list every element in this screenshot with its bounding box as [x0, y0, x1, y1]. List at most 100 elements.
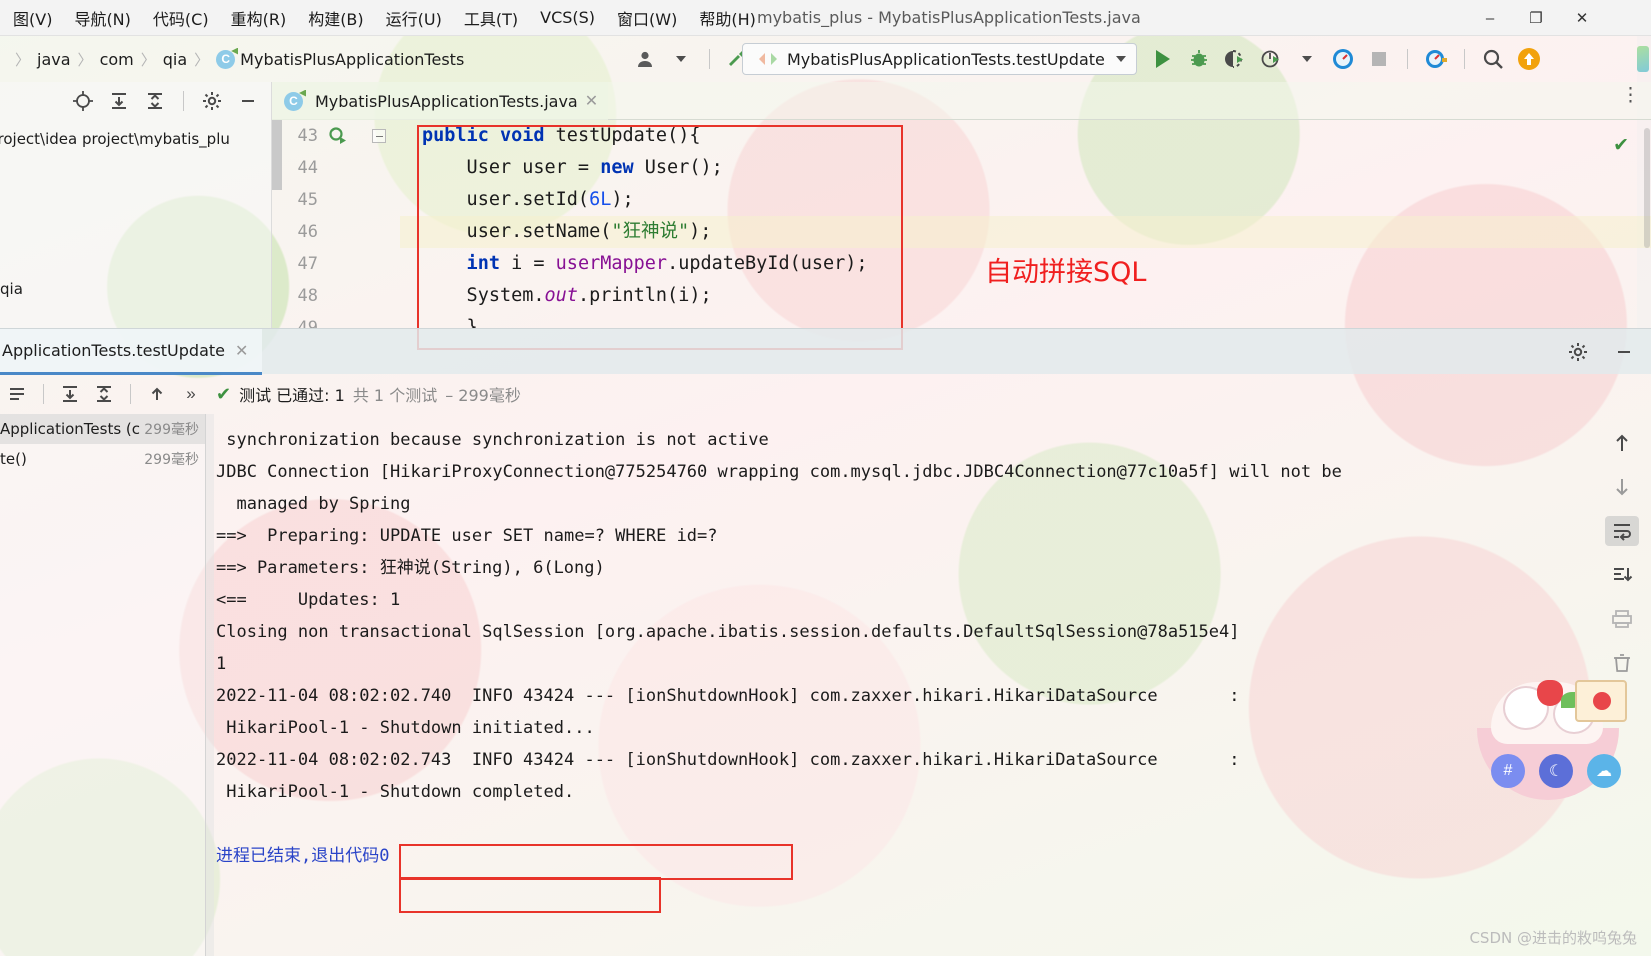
expand-all-icon[interactable] [55, 379, 85, 409]
profile-button[interactable] [1256, 44, 1286, 74]
hide-panel-icon[interactable] [1609, 337, 1639, 367]
search-everywhere-icon[interactable] [1478, 44, 1508, 74]
code-token: "狂神说" [611, 221, 690, 242]
breadcrumb-label: qia [162, 49, 188, 69]
code-line[interactable]: public void testUpdate(){ [400, 120, 1651, 152]
close-icon[interactable]: ✕ [585, 91, 598, 111]
scroll-down-icon[interactable] [1605, 472, 1639, 502]
code-fold-icon[interactable] [372, 129, 386, 143]
gutter-row[interactable]: 46 [272, 216, 400, 248]
code-token: userMapper [555, 253, 668, 274]
breadcrumb-item-com[interactable]: com [100, 50, 134, 69]
breadcrumb-item-java[interactable]: java [37, 50, 71, 69]
breadcrumb-label: MybatisPlusApplicationTests [240, 49, 465, 69]
gutter-row[interactable]: 43 [272, 120, 400, 152]
ide-window: 图(V) 导航(N) 代码(C) 重构(R) 构建(B) 运行(U) 工具(T) VCS(S)… [0, 0, 1651, 956]
collapse-all-icon[interactable] [140, 86, 170, 116]
console-output[interactable]: synchronization because synchronization … [206, 414, 1506, 956]
code-line[interactable]: User user = new User(); [400, 152, 1651, 184]
gutter-row[interactable]: 47 [272, 248, 400, 280]
window-title: mybatis_plus - MybatisPlusApplicationTes… [757, 8, 1141, 27]
test-tree-row[interactable]: ApplicationTests (c 299毫秒 [0, 414, 205, 444]
test-results-tree[interactable]: ApplicationTests (c 299毫秒 te() 299毫秒 [0, 414, 206, 956]
menu-navigate[interactable]: 导航(N) [63, 2, 141, 34]
maximize-button[interactable]: ❐ [1513, 0, 1559, 36]
menu-build[interactable]: 构建(B) [297, 2, 374, 34]
next-failed-test-icon[interactable]: » [176, 379, 206, 409]
menu-tools[interactable]: 工具(T) [453, 2, 529, 34]
menu-bar: 图(V) 导航(N) 代码(C) 重构(R) 构建(B) 运行(U) 工具(T) VCS(S)… [0, 0, 767, 36]
editor-tab-mybatisplusapplicationtests[interactable]: C MybatisPlusApplicationTests.java ✕ [272, 82, 609, 120]
run-tab-testupdate[interactable]: ApplicationTests.testUpdate ✕ [0, 329, 263, 375]
menu-window[interactable]: 窗口(W) [606, 2, 688, 34]
clear-all-icon[interactable] [1605, 648, 1639, 678]
soft-wrap-icon[interactable] [1605, 516, 1639, 546]
menu-view[interactable]: 图(V) [2, 2, 63, 34]
gutter-row[interactable]: 44 [272, 152, 400, 184]
bubble-icon-hash: # [1491, 754, 1525, 788]
project-panel-toolbar [0, 82, 271, 120]
breadcrumb-item-mybatisplusapplicationtests[interactable]: C MybatisPlusApplicationTests [216, 49, 465, 69]
breadcrumb-separator: 〉 [140, 51, 156, 69]
test-tree-duration: 299毫秒 [144, 422, 199, 438]
run-configuration-selector[interactable]: MybatisPlusApplicationTests.testUpdate [742, 43, 1137, 75]
rerun-icon[interactable] [2, 379, 32, 409]
line-number: 47 [297, 254, 318, 274]
user-profile-icon[interactable] [630, 44, 660, 74]
run-test-gutter-icon[interactable] [328, 126, 348, 146]
editor-scrollbar[interactable] [1643, 120, 1651, 328]
test-tree-label: te() [0, 450, 27, 468]
gutter-row[interactable]: 48 [272, 280, 400, 312]
line-number: 46 [297, 222, 318, 242]
breadcrumb-separator: 〉 [77, 51, 93, 69]
code-editor[interactable]: 43 44 45 46 47 48 49 public void testUpdate(){… [272, 120, 1651, 328]
project-node-qia[interactable]: qia [0, 280, 23, 298]
breadcrumb: 〉 java 〉 com 〉 qia 〉 C MybatisPlusApplicationTes… [0, 49, 464, 70]
test-tree-row[interactable]: te() 299毫秒 [0, 444, 205, 474]
console-line: managed by Spring [216, 494, 411, 514]
minimize-button[interactable]: – [1467, 0, 1513, 36]
settings-gear-icon[interactable] [1563, 337, 1593, 367]
expand-all-icon[interactable] [104, 86, 134, 116]
editor-gutter[interactable]: 43 44 45 46 47 48 49 [272, 120, 400, 328]
prev-failed-test-icon[interactable] [142, 379, 172, 409]
update-project-icon[interactable] [1514, 44, 1544, 74]
close-icon[interactable]: ✕ [235, 341, 248, 361]
menu-code[interactable]: 代码(C) [142, 2, 220, 34]
more-options-icon[interactable]: ⋮ [1621, 86, 1641, 105]
test-tree-duration: 299毫秒 [144, 452, 199, 468]
gutter-row[interactable]: 45 [272, 184, 400, 216]
services-icon[interactable] [1421, 44, 1451, 74]
code-line[interactable]: } [400, 312, 1651, 328]
attach-profiler-icon[interactable] [1328, 44, 1358, 74]
code-token: int [422, 253, 512, 274]
locate-target-icon[interactable] [68, 86, 98, 116]
close-button[interactable]: ✕ [1559, 0, 1605, 36]
menu-vcs[interactable]: VCS(S) [529, 4, 606, 31]
code-content[interactable]: public void testUpdate(){ User user = ne… [400, 120, 1651, 328]
user-dropdown-icon[interactable] [666, 44, 696, 74]
menu-refactor[interactable]: 重构(R) [220, 2, 298, 34]
run-with-coverage-button[interactable] [1220, 44, 1250, 74]
code-line[interactable]: user.setId(6L); [400, 184, 1651, 216]
gutter-row[interactable]: 49 [272, 312, 400, 328]
code-line[interactable]: user.setName("狂神说"); [400, 216, 1651, 248]
scroll-to-end-icon[interactable] [1605, 560, 1639, 590]
debug-button[interactable] [1184, 44, 1214, 74]
scroll-up-icon[interactable] [1605, 428, 1639, 458]
menu-help[interactable]: 帮助(H) [688, 2, 767, 34]
run-button[interactable] [1148, 44, 1178, 74]
breadcrumb-item-qia[interactable]: qia [163, 50, 187, 69]
chevron-down-icon[interactable] [1116, 56, 1126, 62]
print-icon[interactable] [1605, 604, 1639, 634]
inspection-ok-icon: ✔ [1613, 135, 1629, 156]
breadcrumb-separator: 〉 [15, 51, 31, 69]
profiler-dropdown-icon[interactable] [1292, 44, 1322, 74]
collapse-all-icon[interactable] [89, 379, 119, 409]
stop-button[interactable] [1364, 44, 1394, 74]
code-token: i = [511, 253, 556, 274]
menu-run[interactable]: 运行(U) [375, 2, 453, 34]
hide-panel-icon[interactable] [233, 86, 263, 116]
settings-gear-icon[interactable] [197, 86, 227, 116]
console-line: synchronization because synchronization … [216, 430, 769, 450]
